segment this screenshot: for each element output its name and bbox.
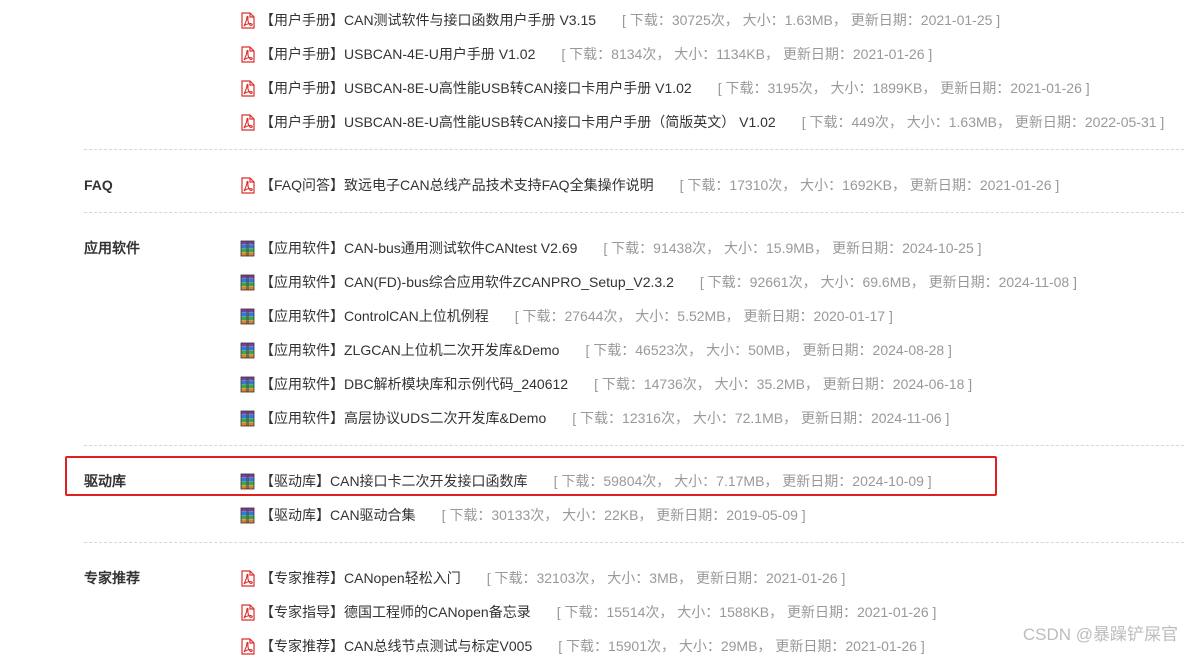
download-meta: [ 下载：15901次， 大小：29MB， 更新日期：2021-01-26 ] — [558, 638, 925, 654]
download-item: 【驱动库】CAN驱动合集 [ 下载：30133次， 大小：22KB， 更新日期：2… — [239, 505, 806, 525]
pdf-icon — [239, 603, 256, 621]
download-link[interactable]: 【应用软件】DBC解析模块库和示例代码_240612 — [260, 374, 568, 394]
pdf-icon — [239, 569, 256, 587]
download-meta: [ 下载：46523次， 大小：50MB， 更新日期：2024-08-28 ] — [585, 342, 952, 358]
section-divider — [84, 445, 1184, 446]
pdf-icon — [239, 11, 256, 29]
download-meta: [ 下载：17310次， 大小：1692KB， 更新日期：2021-01-26 … — [679, 177, 1060, 193]
section-label: FAQ — [84, 177, 113, 193]
archive-icon — [239, 376, 256, 393]
download-item: 【应用软件】CAN-bus通用测试软件CANtest V2.69 [ 下载：914… — [239, 238, 982, 258]
download-meta: [ 下载：3195次， 大小：1899KB， 更新日期：2021-01-26 ] — [717, 80, 1090, 96]
download-meta: [ 下载：91438次， 大小：15.9MB， 更新日期：2024-10-25 … — [603, 240, 982, 256]
download-link[interactable]: 【应用软件】ControlCAN上位机例程 — [260, 306, 489, 326]
download-item: 【用户手册】USBCAN-4E-U用户手册 V1.02 [ 下载：8134次， 大… — [239, 44, 932, 64]
pdf-icon — [239, 79, 256, 97]
download-meta: [ 下载：14736次， 大小：35.2MB， 更新日期：2024-06-18 … — [594, 376, 973, 392]
download-item: 【用户手册】USBCAN-8E-U高性能USB转CAN接口卡用户手册 V1.02… — [239, 78, 1090, 98]
download-link[interactable]: 【应用软件】高层协议UDS二次开发库&Demo — [260, 408, 546, 428]
download-link[interactable]: 【驱动库】CAN驱动合集 — [260, 505, 416, 525]
download-link[interactable]: 【用户手册】CAN测试软件与接口函数用户手册 V3.15 — [260, 10, 596, 30]
download-link[interactable]: 【应用软件】CAN(FD)-bus综合应用软件ZCANPRO_Setup_V2.… — [260, 272, 674, 292]
download-link[interactable]: 【应用软件】CAN-bus通用测试软件CANtest V2.69 — [260, 238, 577, 258]
download-link[interactable]: 【FAQ问答】致远电子CAN总线产品技术支持FAQ全集操作说明 — [260, 175, 654, 195]
pdf-icon — [239, 637, 256, 655]
download-meta: [ 下载：30725次， 大小：1.63MB， 更新日期：2021-01-25 … — [622, 12, 1001, 28]
download-item: 【用户手册】CAN测试软件与接口函数用户手册 V3.15 [ 下载：30725次，… — [239, 10, 1000, 30]
download-item: 【应用软件】高层协议UDS二次开发库&Demo [ 下载：12316次， 大小：7… — [239, 408, 949, 428]
download-item: 【应用软件】CAN(FD)-bus综合应用软件ZCANPRO_Setup_V2.… — [239, 272, 1077, 292]
pdf-icon — [239, 45, 256, 63]
download-item: 【应用软件】DBC解析模块库和示例代码_240612 [ 下载：14736次， 大… — [239, 374, 972, 394]
download-meta: [ 下载：27644次， 大小：5.52MB， 更新日期：2020-01-17 … — [514, 308, 893, 324]
download-meta: [ 下载：449次， 大小：1.63MB， 更新日期：2022-05-31 ] — [801, 114, 1165, 130]
section-divider — [84, 149, 1184, 150]
download-item: 【应用软件】ZLGCAN上位机二次开发库&Demo [ 下载：46523次， 大小… — [239, 340, 952, 360]
section-label: 应用软件 — [84, 240, 140, 256]
archive-icon — [239, 507, 256, 524]
archive-icon — [239, 240, 256, 257]
download-item: 【专家指导】德国工程师的CANopen备忘录 [ 下载：15514次， 大小：15… — [239, 602, 936, 622]
download-meta: [ 下载：12316次， 大小：72.1MB， 更新日期：2024-11-06 … — [572, 410, 950, 426]
download-link[interactable]: 【用户手册】USBCAN-8E-U高性能USB转CAN接口卡用户手册 V1.02 — [260, 78, 692, 98]
archive-icon — [239, 274, 256, 291]
download-meta: [ 下载：30133次， 大小：22KB， 更新日期：2019-05-09 ] — [441, 507, 806, 523]
pdf-icon — [239, 176, 256, 194]
archive-icon — [239, 308, 256, 325]
pdf-icon — [239, 113, 256, 131]
download-link[interactable]: 【应用软件】ZLGCAN上位机二次开发库&Demo — [260, 340, 559, 360]
download-link[interactable]: 【专家推荐】CANopen轻松入门 — [260, 568, 461, 588]
download-meta: [ 下载：8134次， 大小：1134KB， 更新日期：2021-01-26 ] — [561, 46, 933, 62]
section-label: 专家推荐 — [84, 570, 140, 586]
download-link[interactable]: 【用户手册】USBCAN-8E-U高性能USB转CAN接口卡用户手册（简版英文）… — [260, 112, 776, 132]
archive-icon — [239, 410, 256, 427]
download-item: 【应用软件】ControlCAN上位机例程 [ 下载：27644次， 大小：5.5… — [239, 306, 893, 326]
download-item: 【FAQ问答】致远电子CAN总线产品技术支持FAQ全集操作说明 [ 下载：1731… — [239, 175, 1059, 195]
download-link[interactable]: 【专家指导】德国工程师的CANopen备忘录 — [260, 602, 531, 622]
download-item: 【专家推荐】CAN总线节点测试与标定V005 [ 下载：15901次， 大小：29… — [239, 636, 925, 656]
highlight-box — [65, 456, 997, 496]
download-meta: [ 下载：92661次， 大小：69.6MB， 更新日期：2024-11-08 … — [699, 274, 1077, 290]
download-meta: [ 下载：32103次， 大小：3MB， 更新日期：2021-01-26 ] — [486, 570, 846, 586]
download-item: 【专家推荐】CANopen轻松入门 [ 下载：32103次， 大小：3MB， 更新… — [239, 568, 845, 588]
download-link[interactable]: 【专家推荐】CAN总线节点测试与标定V005 — [260, 636, 532, 656]
watermark: CSDN @暴躁铲屎官 — [1022, 625, 1178, 644]
section-divider — [84, 212, 1184, 213]
section-divider — [84, 542, 1184, 543]
download-link[interactable]: 【用户手册】USBCAN-4E-U用户手册 V1.02 — [260, 44, 535, 64]
download-item: 【用户手册】USBCAN-8E-U高性能USB转CAN接口卡用户手册（简版英文）… — [239, 112, 1164, 132]
download-meta: [ 下载：15514次， 大小：1588KB， 更新日期：2021-01-26 … — [556, 604, 937, 620]
archive-icon — [239, 342, 256, 359]
